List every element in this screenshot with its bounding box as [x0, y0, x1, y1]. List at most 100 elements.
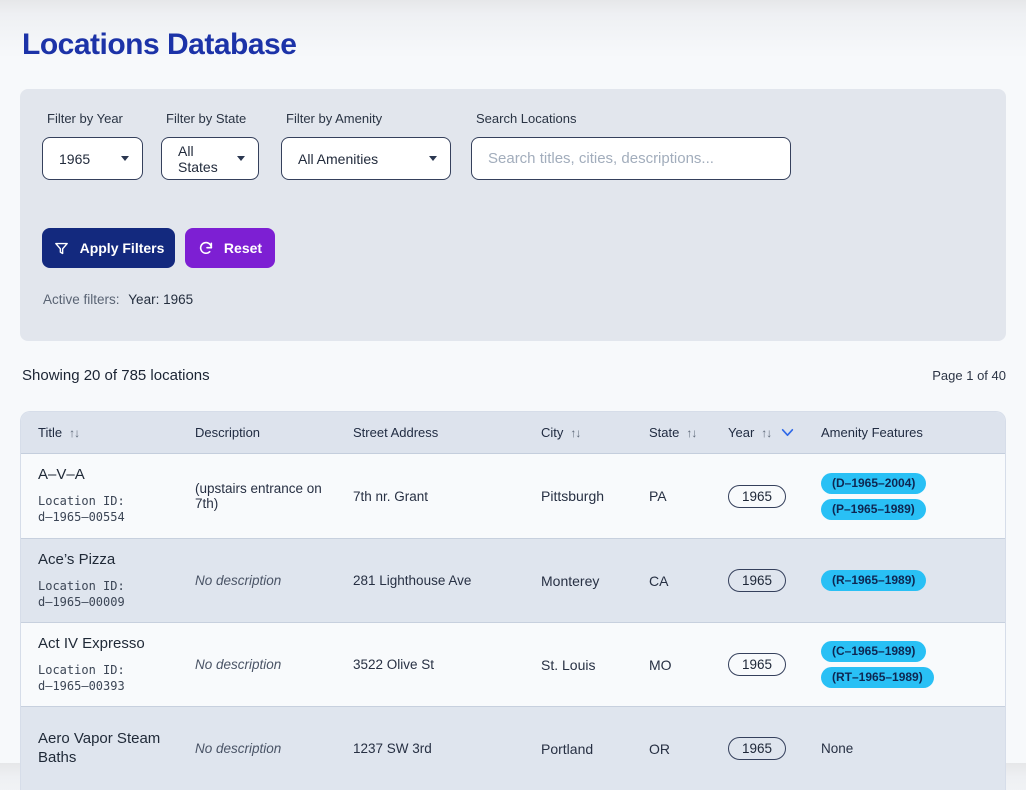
year-select[interactable]: 1965 — [42, 137, 143, 180]
column-label: State — [649, 425, 679, 440]
table-body: A–V–ALocation ID:d–1965–00554(upstairs e… — [21, 454, 1005, 790]
column-label: Street Address — [353, 425, 438, 440]
refresh-icon — [198, 240, 214, 256]
filter-year-label: Filter by Year — [47, 111, 143, 126]
cell-description: No description — [195, 741, 353, 756]
active-filters-value: Year: 1965 — [128, 292, 193, 307]
locations-table: Title↑↓DescriptionStreet AddressCity↑↓St… — [20, 411, 1006, 790]
active-filters-label: Active filters: — [43, 292, 120, 307]
amenity-badge: (D–1965–2004) — [821, 473, 926, 494]
year-badge: 1965 — [728, 653, 786, 676]
location-id-value: d–1965–00009 — [38, 594, 177, 610]
table-header: Title↑↓DescriptionStreet AddressCity↑↓St… — [21, 412, 1005, 454]
amenity-badge-list: (R–1965–1989) — [821, 570, 987, 591]
cell-amenity-features: (R–1965–1989) — [821, 570, 1005, 591]
amenity-select-value: All Amenities — [298, 151, 378, 167]
location-id-label: Location ID: — [38, 578, 177, 594]
description-text: No description — [195, 657, 281, 672]
table-row: A–V–A Location ID:d–1965–00554 (upstairs e… — [21, 454, 1005, 538]
column-header-year[interactable]: Year ↑↓ — [728, 425, 821, 440]
active-filters: Active filters: Year: 1965 — [43, 292, 980, 307]
sort-icon[interactable]: ↑↓ — [570, 426, 580, 440]
search-input[interactable] — [471, 137, 791, 180]
funnel-icon — [53, 240, 70, 257]
filter-state-label: Filter by State — [166, 111, 259, 126]
location-title: Act IV Expresso — [38, 635, 177, 654]
cell-title: Ace’s Pizza Location ID:d–1965–00009 — [38, 551, 195, 610]
reset-label: Reset — [224, 240, 262, 256]
column-label: Amenity Features — [821, 425, 923, 440]
location-id-value: d–1965–00554 — [38, 509, 177, 525]
page-title: Locations Database — [0, 0, 1026, 62]
filter-group-search: Search Locations — [471, 111, 791, 180]
filter-group-state: Filter by State All States — [161, 111, 259, 180]
page-indicator: Page 1 of 40 — [932, 368, 1006, 383]
sort-icon[interactable]: ↑↓ — [761, 426, 771, 440]
location-id: Location ID:d–1965–00009 — [38, 578, 177, 610]
column-label: Title — [38, 425, 62, 440]
location-id-label: Location ID: — [38, 493, 177, 509]
filter-panel: Filter by Year 1965 Filter by State All … — [20, 89, 1006, 341]
location-id-value: d–1965–00393 — [38, 678, 177, 694]
results-summary: Showing 20 of 785 locations — [22, 367, 210, 384]
amenity-badge: (P–1965–1989) — [821, 499, 926, 520]
sort-icon[interactable]: ↑↓ — [69, 426, 79, 440]
filter-group-amenity: Filter by Amenity All Amenities — [281, 111, 451, 180]
cell-street-address: 281 Lighthouse Ave — [353, 573, 541, 588]
location-id-label: Location ID: — [38, 662, 177, 678]
filter-amenity-label: Filter by Amenity — [286, 111, 451, 126]
amenity-none-text: None — [821, 741, 853, 756]
year-badge: 1965 — [728, 569, 786, 592]
year-badge: 1965 — [728, 737, 786, 760]
amenity-select[interactable]: All Amenities — [281, 137, 451, 180]
amenity-badge-list: (D–1965–2004) (P–1965–1989) — [821, 473, 987, 520]
cell-state: MO — [649, 657, 728, 673]
caret-down-icon — [429, 156, 437, 161]
chevron-down-icon[interactable] — [781, 428, 794, 437]
column-header-city[interactable]: City ↑↓ — [541, 425, 649, 440]
cell-description: No description — [195, 573, 353, 588]
reset-button[interactable]: Reset — [185, 228, 275, 268]
column-header-state[interactable]: State ↑↓ — [649, 425, 728, 440]
cell-title: Act IV Expresso Location ID:d–1965–00393 — [38, 635, 195, 694]
description-text: No description — [195, 741, 281, 756]
location-title: Ace’s Pizza — [38, 551, 177, 570]
apply-filters-button[interactable]: Apply Filters — [42, 228, 175, 268]
amenity-badge: (C–1965–1989) — [821, 641, 926, 662]
cell-year: 1965 — [728, 653, 821, 676]
column-label: Description — [195, 425, 260, 440]
column-label: Year — [728, 425, 754, 440]
cell-description: (upstairs entrance on 7th) — [195, 481, 353, 511]
amenity-badge-list: (C–1965–1989) (RT–1965–1989) — [821, 641, 987, 688]
column-label: City — [541, 425, 563, 440]
apply-filters-label: Apply Filters — [80, 240, 165, 256]
location-title: Aero Vapor Steam Baths — [38, 730, 177, 768]
filter-buttons: Apply Filters Reset — [42, 228, 980, 268]
state-select[interactable]: All States — [161, 137, 259, 180]
cell-amenity-features: None — [821, 741, 1005, 756]
caret-down-icon — [237, 156, 245, 161]
location-title: A–V–A — [38, 466, 177, 485]
cell-street-address: 3522 Olive St — [353, 657, 541, 672]
cell-year: 1965 — [728, 569, 821, 592]
table-row: Ace’s Pizza Location ID:d–1965–00009 No de… — [21, 538, 1005, 622]
year-select-value: 1965 — [59, 151, 90, 167]
cell-street-address: 7th nr. Grant — [353, 489, 541, 504]
cell-state: OR — [649, 741, 728, 757]
filter-group-year: Filter by Year 1965 — [42, 111, 143, 180]
cell-city: Portland — [541, 741, 649, 757]
amenity-badge: (RT–1965–1989) — [821, 667, 934, 688]
column-header-street: Street Address — [353, 425, 541, 440]
results-bar: Showing 20 of 785 locations Page 1 of 40 — [22, 367, 1006, 384]
amenity-badge: (R–1965–1989) — [821, 570, 926, 591]
location-id: Location ID:d–1965–00393 — [38, 662, 177, 694]
cell-city: Pittsburgh — [541, 488, 649, 504]
sort-icon[interactable]: ↑↓ — [686, 426, 696, 440]
cell-title: A–V–A Location ID:d–1965–00554 — [38, 466, 195, 525]
description-text: (upstairs entrance on 7th) — [195, 481, 322, 511]
column-header-title[interactable]: Title ↑↓ — [38, 425, 195, 440]
locations-database-page: Locations Database Filter by Year 1965 F… — [0, 0, 1026, 763]
cell-year: 1965 — [728, 737, 821, 760]
cell-year: 1965 — [728, 485, 821, 508]
search-label: Search Locations — [476, 111, 791, 126]
